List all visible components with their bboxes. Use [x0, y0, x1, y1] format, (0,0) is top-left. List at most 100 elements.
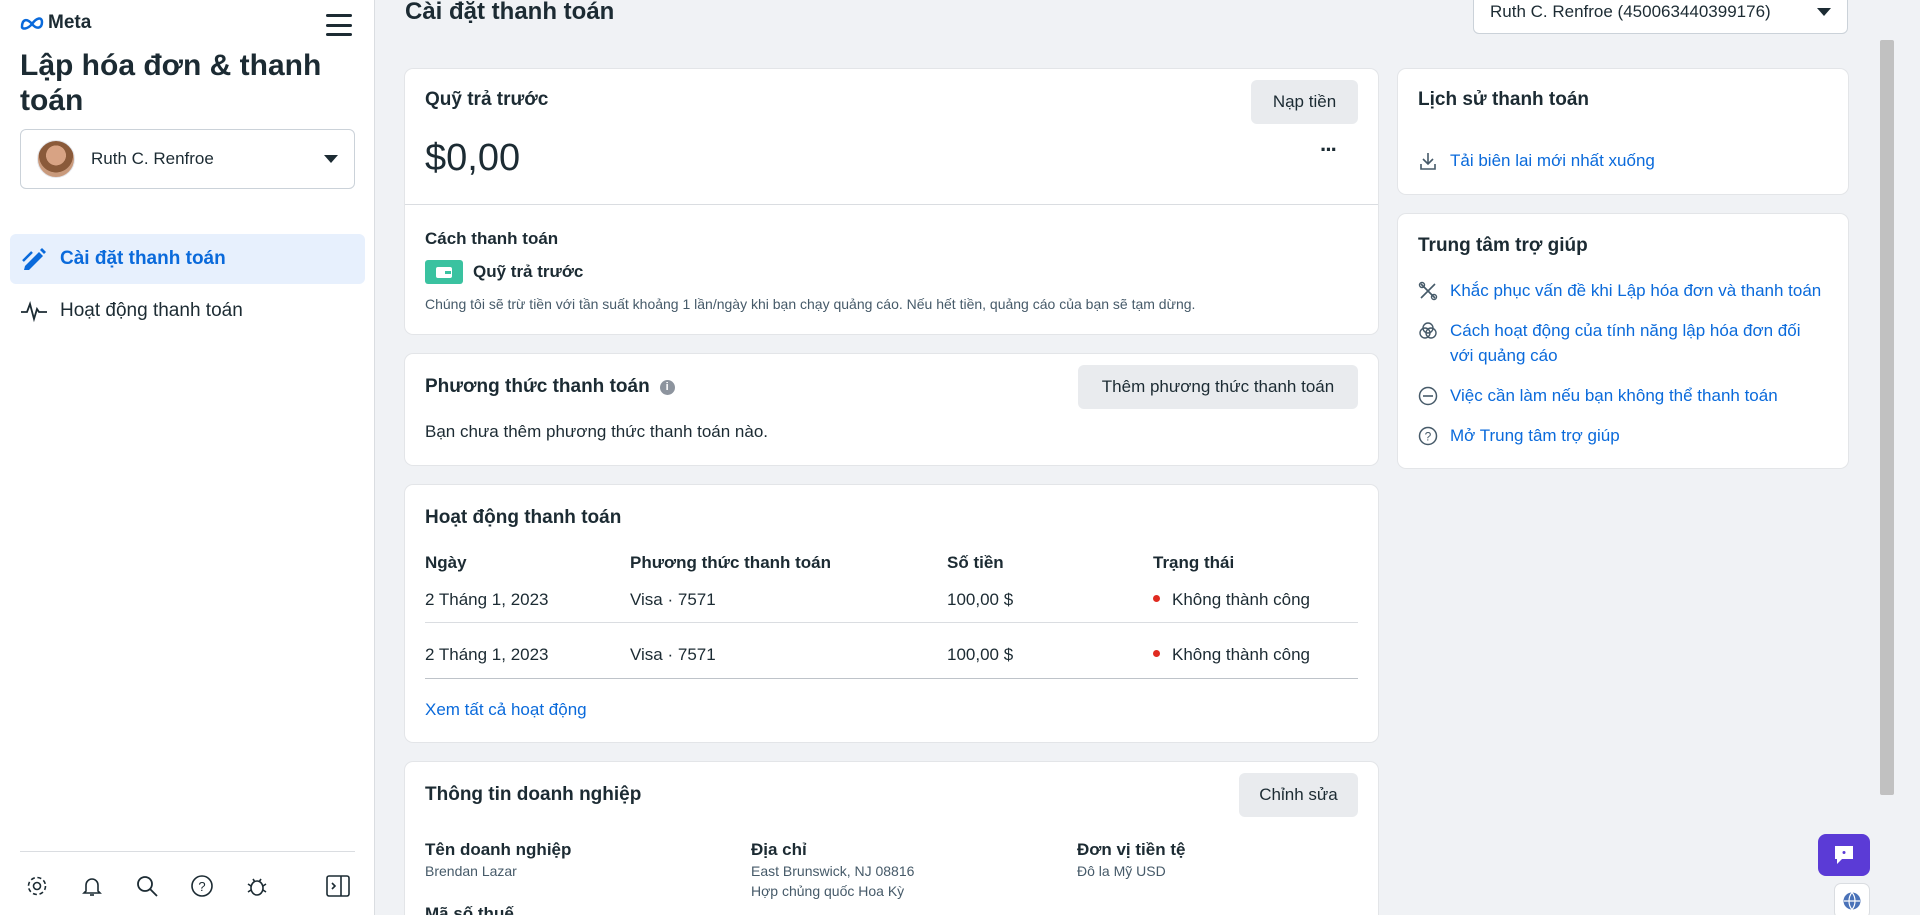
nav-item-payment-activity[interactable]: Hoạt động thanh toán — [10, 286, 365, 336]
table-cell-date: 2 Tháng 1, 2023 — [425, 590, 549, 609]
meta-logo[interactable]: Meta — [20, 12, 91, 34]
scrollbar-thumb[interactable] — [1880, 40, 1894, 795]
prepaid-note: Chúng tôi sẽ trừ tiền với tần suất khoản… — [425, 296, 1196, 312]
pencil-icon — [20, 245, 48, 273]
help-link-label: Mở Trung tâm trợ giúp — [1450, 426, 1620, 445]
bug-icon[interactable] — [244, 873, 270, 899]
divider — [405, 204, 1378, 205]
table-cell-status: Không thành công — [1153, 645, 1310, 665]
help-icon[interactable]: ? — [189, 873, 215, 899]
sidebar-title: Lập hóa đơn & thanh toán — [20, 49, 322, 117]
help-link-label: Khắc phục vấn đề khi Lập hóa đơn và than… — [1450, 281, 1822, 300]
avatar — [37, 140, 75, 178]
sidebar-divider — [20, 851, 355, 852]
download-icon — [1420, 153, 1436, 170]
meta-logo-icon — [20, 17, 44, 30]
payment-methods-card: Phương thức thanh toán i Thêm phương thứ… — [405, 354, 1378, 465]
ad-account-dropdown[interactable]: Ruth C. Renfroe (450063440399176) — [1473, 0, 1848, 34]
column-header-method: Phương thức thanh toán — [630, 553, 832, 572]
table-cell-date: 2 Tháng 1, 2023 — [425, 645, 549, 664]
add-payment-method-button[interactable]: Thêm phương thức thanh toán — [1078, 365, 1358, 409]
business-name-label: Tên doanh nghiệp — [425, 840, 572, 859]
tools-icon — [1418, 281, 1438, 301]
question-circle-icon: ? — [1418, 426, 1438, 446]
payment-history-card: Lịch sử thanh toán Tải biên lai mới nhất… — [1398, 69, 1848, 194]
activity-title: Hoạt động thanh toán — [425, 507, 622, 528]
prepaid-balance: $0,00 — [425, 137, 521, 179]
search-icon[interactable] — [134, 873, 160, 899]
nav-item-label: Cài đặt thanh toán — [60, 248, 226, 269]
payment-methods-title-row: Phương thức thanh toán i — [425, 376, 675, 398]
chat-support-button[interactable] — [1818, 834, 1870, 876]
currency-label: Đơn vị tiền tệ — [1077, 840, 1186, 859]
sidebar: Meta Lập hóa đơn & thanh toán Ruth C. Re… — [0, 0, 375, 915]
help-link-label: Cách hoạt động của tính năng lập hóa đơn… — [1450, 321, 1801, 365]
top-up-button[interactable]: Nạp tiền — [1251, 80, 1358, 124]
view-all-activity-link[interactable]: Xem tất cả hoạt động — [425, 700, 587, 720]
column-header-amount: Số tiền — [947, 553, 1004, 572]
table-cell-amount: 100,00 $ — [947, 645, 1014, 664]
status-dot-icon — [1153, 595, 1160, 603]
help-link-open-help-center[interactable]: ? Mở Trung tâm trợ giúp — [1418, 423, 1828, 448]
status-text: Không thành công — [1172, 645, 1311, 664]
ad-account-label: Ruth C. Renfroe (450063440399176) — [1490, 2, 1771, 21]
prepaid-funds-card: Quỹ trả trước Nạp tiền $0,00 ··· Cách th… — [405, 69, 1378, 334]
status-text: Không thành công — [1172, 590, 1311, 609]
gear-icon[interactable] — [24, 873, 50, 899]
prepaid-method: Quỹ trả trước — [425, 260, 583, 284]
help-center-card: Trung tâm trợ giúp Khắc phục vấn đề khi … — [1398, 214, 1848, 468]
nav-item-payment-settings[interactable]: Cài đặt thanh toán — [10, 234, 365, 284]
row-divider — [425, 622, 1358, 623]
table-cell-status: Không thành công — [1153, 590, 1310, 610]
tax-id-label: Mã số thuế — [425, 904, 514, 915]
account-selector[interactable]: Ruth C. Renfroe — [20, 129, 355, 189]
page-title: Cài đặt thanh toán — [405, 0, 615, 25]
pulse-icon — [20, 297, 48, 325]
table-cell-amount: 100,00 $ — [947, 590, 1014, 609]
download-receipt-link[interactable]: Tải biên lai mới nhất xuống — [1418, 148, 1655, 173]
table-cell-method: Visa · 7571 — [630, 645, 716, 664]
help-link-troubleshoot[interactable]: Khắc phục vấn đề khi Lập hóa đơn và than… — [1418, 278, 1828, 303]
table-cell-method: Visa · 7571 — [630, 590, 716, 609]
globe-icon — [1843, 892, 1861, 910]
business-info-card: Thông tin doanh nghiệp Chỉnh sửa Tên doa… — [405, 762, 1378, 915]
column-header-date: Ngày — [425, 553, 467, 572]
row-divider — [425, 678, 1358, 679]
meta-logo-text: Meta — [48, 12, 92, 33]
sidebar-footer-icons: ? — [24, 873, 270, 899]
address-line2: Hợp chủng quốc Hoa Kỳ — [751, 883, 905, 899]
prepaid-title: Quỹ trả trước — [425, 89, 549, 110]
business-title: Thông tin doanh nghiệp — [425, 784, 642, 805]
address-label: Địa chỉ — [751, 840, 807, 859]
payment-methods-title: Phương thức thanh toán — [425, 376, 650, 397]
info-icon[interactable]: i — [659, 379, 675, 395]
menu-icon[interactable] — [326, 14, 352, 36]
help-link-how-billing-works[interactable]: Cách hoạt động của tính năng lập hóa đơn… — [1418, 318, 1828, 368]
payment-activity-card: Hoạt động thanh toán Ngày Phương thức th… — [405, 485, 1378, 742]
wallet-icon — [425, 260, 463, 284]
minus-circle-icon — [1418, 386, 1438, 406]
address-line1: East Brunswick, NJ 08816 — [751, 863, 915, 879]
business-name-value: Brendan Lazar — [425, 863, 517, 879]
payment-methods-empty: Bạn chưa thêm phương thức thanh toán nào… — [425, 422, 769, 441]
help-title: Trung tâm trợ giúp — [1418, 235, 1588, 256]
caret-down-icon — [324, 155, 338, 163]
column-header-status: Trạng thái — [1153, 553, 1235, 572]
currency-value: Đô la Mỹ USD — [1077, 863, 1166, 879]
download-receipt-label: Tải biên lai mới nhất xuống — [1450, 151, 1655, 170]
prepaid-method-name: Quỹ trả trước — [473, 262, 584, 281]
language-button[interactable] — [1835, 884, 1869, 915]
sidebar-toggle-icon[interactable] — [325, 873, 351, 899]
edit-business-button[interactable]: Chỉnh sửa — [1239, 773, 1358, 817]
help-link-cannot-pay[interactable]: Việc cần làm nếu bạn không thể thanh toá… — [1418, 383, 1828, 408]
help-link-label: Việc cần làm nếu bạn không thể thanh toá… — [1450, 386, 1778, 405]
svg-text:?: ? — [1425, 430, 1432, 444]
bell-icon[interactable] — [79, 873, 105, 899]
caret-down-icon — [1817, 8, 1831, 16]
nav-item-label: Hoạt động thanh toán — [60, 300, 243, 321]
chat-icon — [1835, 846, 1853, 864]
status-dot-icon — [1153, 650, 1160, 658]
svg-text:?: ? — [198, 879, 205, 894]
history-title: Lịch sử thanh toán — [1418, 89, 1590, 110]
more-options-icon[interactable]: ··· — [1320, 137, 1338, 163]
